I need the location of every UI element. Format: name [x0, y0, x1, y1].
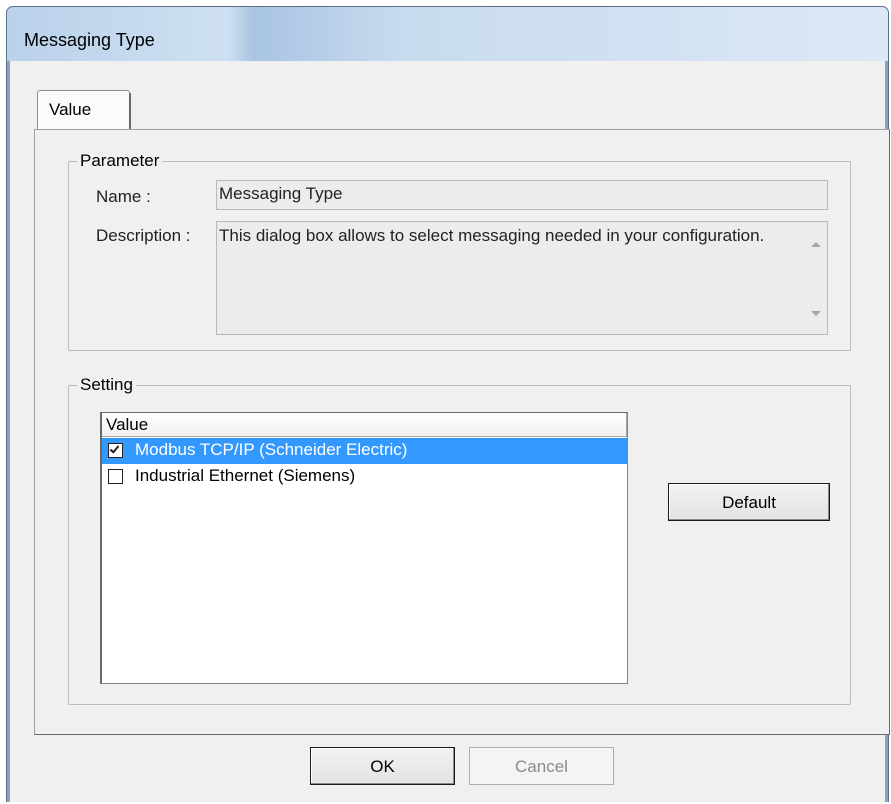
scroll-up-arrow-icon[interactable] — [811, 242, 821, 247]
tab-value[interactable]: Value — [37, 90, 131, 131]
list-item-industrial-ethernet[interactable]: Industrial Ethernet (Siemens) — [102, 464, 627, 490]
dialog-window: Messaging Type Value Parameter Name : Me… — [6, 6, 890, 802]
name-label: Name : — [96, 187, 151, 206]
cancel-button-label: Cancel — [515, 757, 568, 776]
list-item-label: Industrial Ethernet (Siemens) — [135, 466, 356, 485]
description-scrollbar[interactable] — [803, 222, 827, 334]
parameter-group: Parameter Name : Messaging Type Descript… — [68, 151, 851, 351]
window-title: Messaging Type — [24, 30, 155, 50]
modbus-checkbox[interactable] — [108, 443, 123, 458]
tab-edge — [129, 93, 131, 131]
dialog-client-area: Value Parameter Name : Messaging Type De… — [7, 61, 890, 802]
list-header-label: Value — [106, 415, 149, 434]
description-field[interactable]: This dialog box allows to select messagi… — [216, 221, 828, 335]
cancel-button[interactable]: Cancel — [469, 747, 614, 785]
setting-group: Setting Value Modbus TCP/IP (Schneider E… — [68, 375, 851, 705]
messaging-list[interactable]: Value Modbus TCP/IP (Schneider Electric)… — [100, 412, 628, 684]
title-bar[interactable]: Messaging Type — [7, 7, 888, 61]
ok-button[interactable]: OK — [310, 747, 455, 785]
scroll-down-arrow-icon[interactable] — [811, 311, 821, 316]
name-field: Messaging Type — [216, 180, 828, 210]
tab-panel: Parameter Name : Messaging Type Descript… — [34, 129, 890, 735]
default-button[interactable]: Default — [668, 483, 830, 521]
checkmark-icon — [109, 443, 120, 454]
setting-group-label: Setting — [77, 375, 136, 395]
default-button-label: Default — [722, 493, 776, 512]
list-column-header-value[interactable]: Value — [102, 413, 627, 437]
ok-button-label: OK — [370, 757, 395, 776]
parameter-group-label: Parameter — [77, 151, 163, 171]
description-text: This dialog box allows to select messagi… — [219, 226, 765, 245]
list-item-label: Modbus TCP/IP (Schneider Electric) — [135, 440, 408, 459]
list-item-modbus[interactable]: Modbus TCP/IP (Schneider Electric) — [102, 438, 627, 464]
industrial-ethernet-checkbox[interactable] — [108, 469, 123, 484]
description-label: Description : — [96, 226, 191, 245]
tab-value-label: Value — [49, 100, 92, 119]
